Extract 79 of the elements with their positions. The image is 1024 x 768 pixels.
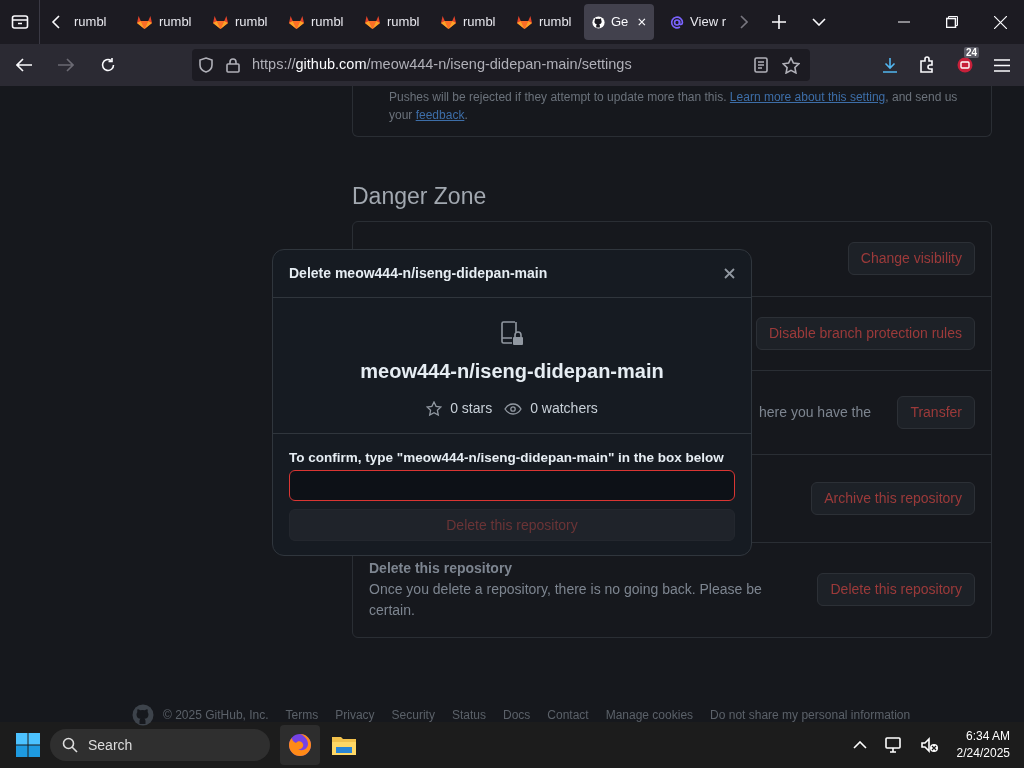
close-button[interactable]: [724, 268, 735, 279]
close-icon: [724, 268, 735, 279]
eye-icon: [504, 402, 523, 415]
row-description: Once you delete a repository, there is no going back. Please be certain.: [369, 580, 763, 621]
watcher-count: 0 watchers: [530, 399, 598, 418]
close-icon[interactable]: [638, 17, 646, 27]
notification-count: 24: [964, 47, 980, 58]
restore-icon[interactable]: [946, 16, 958, 28]
menu-icon[interactable]: [994, 58, 1010, 72]
browser-tab[interactable]: rumbl: [280, 4, 356, 40]
address-bar[interactable]: https://github.com/meow444-n/iseng-didepan-main/settings: [192, 49, 810, 81]
confirm-input-field[interactable]: [289, 470, 735, 502]
field-label: To confirm, type "meow444-n/iseng-didepan-main" in the box below: [289, 449, 725, 467]
chevron-left-icon: [51, 15, 61, 29]
reload-icon[interactable]: [100, 57, 116, 73]
browser-tab[interactable]: Ge: [584, 4, 654, 40]
repository-name: meow444-n/iseng-didepan-main: [359, 359, 665, 384]
new-tab-icon[interactable]: [772, 15, 786, 29]
chevron-right-icon[interactable]: [740, 15, 748, 29]
footer-link[interactable]: Terms: [285, 706, 319, 724]
windows-start-icon[interactable]: [16, 733, 40, 757]
fox-icon: [516, 14, 533, 30]
help-text: Pushes will be rejected if they attempt to update more than this. Learn more about this setting, and send us your feedback.: [389, 89, 959, 124]
close-icon[interactable]: [994, 15, 1007, 29]
bookmark-star-icon[interactable]: [782, 56, 800, 74]
section-heading: Danger Zone: [352, 183, 488, 211]
browser-tab[interactable]: rumbl: [204, 4, 280, 40]
star-count: 0 stars: [450, 399, 493, 418]
speaker-muted-icon[interactable]: [920, 737, 939, 753]
star-icon: [426, 400, 443, 417]
row-title: Delete this repository: [369, 559, 514, 579]
footer-link[interactable]: Privacy: [335, 706, 375, 724]
footer-link[interactable]: Manage cookies: [605, 706, 694, 724]
repo-lock-icon: [500, 320, 524, 346]
at-sign-icon: [670, 13, 685, 31]
copyright-text: © 2025 GitHub, Inc.: [163, 707, 269, 724]
browser-tab[interactable]: rumbl: [508, 4, 584, 40]
danger-button[interactable]: Archive this repository: [811, 481, 975, 515]
lock-icon: [226, 57, 240, 73]
fox-icon: [136, 14, 153, 30]
footer-link[interactable]: Status: [451, 706, 486, 724]
shield-icon: [198, 57, 214, 73]
footer-link[interactable]: Docs: [502, 706, 531, 724]
danger-button[interactable]: Transfer: [897, 395, 975, 429]
browser-tab[interactable]: rumbl: [432, 4, 508, 40]
download-icon[interactable]: [882, 57, 898, 73]
chevron-up-icon[interactable]: [852, 741, 867, 749]
folder-icon: [331, 734, 357, 756]
browser-tab[interactable]: rumbl: [128, 4, 204, 40]
reader-view-icon[interactable]: [754, 57, 768, 73]
danger-button[interactable]: Change visibility: [847, 242, 975, 276]
fox-icon: [440, 14, 457, 30]
danger-button[interactable]: Delete this repository: [817, 573, 975, 607]
footer-link[interactable]: Do not share my personal information: [710, 706, 911, 724]
fox-icon: [288, 14, 305, 30]
browser-tab[interactable]: rumbl: [72, 4, 128, 40]
danger-button[interactable]: Disable branch protection rules: [756, 316, 975, 350]
puzzle-piece-icon[interactable]: [918, 56, 936, 74]
fox-icon: [364, 14, 381, 30]
fox-icon: [212, 14, 229, 30]
tab-menu-icon[interactable]: [812, 18, 826, 26]
search-field[interactable]: Search: [50, 729, 270, 761]
footer-link[interactable]: Contact: [547, 706, 589, 724]
octocat-icon: [592, 13, 605, 31]
search-icon: [62, 737, 78, 753]
footer-link[interactable]: Security: [391, 706, 435, 724]
network-icon[interactable]: [884, 737, 903, 753]
browser-tab[interactable]: rumbl: [356, 4, 432, 40]
back-arrow-icon[interactable]: [16, 58, 32, 72]
url-text: https://github.com/meow444-n/iseng-didepan-main/settings: [252, 55, 633, 75]
tab-list-icon: [10, 14, 29, 30]
fox-globe-icon: [288, 733, 312, 757]
extension-icon[interactable]: [956, 56, 974, 74]
forward-arrow-icon[interactable]: [58, 58, 74, 72]
dialog-title: Delete meow444-n/iseng-didepan-main: [289, 264, 548, 283]
row-description: here you have the: [759, 402, 872, 422]
browser-tab[interactable]: View r: [662, 4, 734, 40]
taskbar-app-button[interactable]: [280, 725, 320, 765]
clock[interactable]: 6:34 AM 2/24/2025: [956, 728, 1010, 762]
